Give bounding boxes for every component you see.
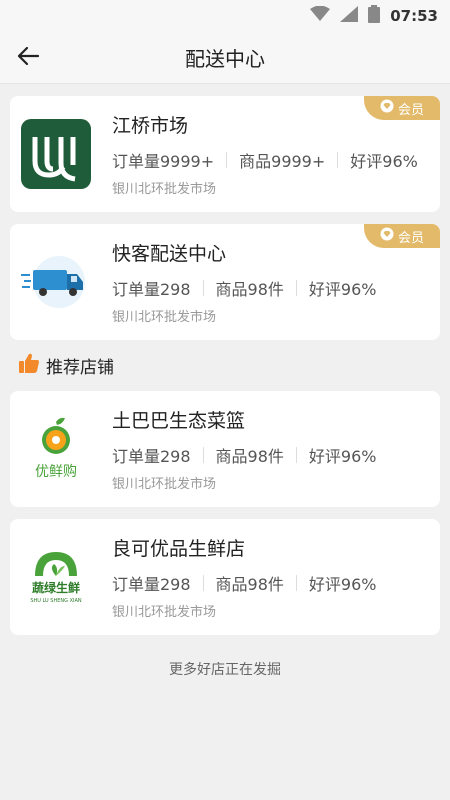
store-stats: 订单量9999+ 商品9999+ 好评96%: [112, 148, 418, 172]
store-address: 银川北环批发市场: [112, 182, 217, 197]
divider: [202, 575, 204, 591]
page-title: 配送中心: [185, 47, 265, 71]
svg-text:蔬绿生鲜: 蔬绿生鲜: [32, 580, 80, 595]
store-info: 良可优品生鲜店 订单量298 商品98件 好评96% 银川北环批发市场: [112, 534, 377, 620]
status-time: 07:53: [390, 7, 438, 25]
arrow-left-icon: [16, 44, 40, 72]
thumbs-up-icon: [18, 352, 40, 379]
nav-bar: 配送中心: [0, 32, 450, 84]
divider: [295, 280, 297, 296]
rating: 好评96%: [308, 280, 377, 299]
store-name: 良可优品生鲜店: [112, 538, 246, 560]
divider: [295, 447, 297, 463]
store-stats: 订单量298 商品98件 好评96%: [112, 276, 377, 300]
store-info: 土巴巴生态菜篮 订单量298 商品98件 好评96% 银川北环批发市场: [112, 406, 377, 492]
order-count: 订单量298: [112, 575, 191, 594]
rating: 好评96%: [350, 152, 418, 171]
vip-label: 会员: [397, 230, 424, 246]
shulvshengxian-logo: 蔬绿生鲜 SHU LU SHENG XIAN: [20, 541, 92, 613]
battery-icon: [368, 5, 381, 27]
store-card-kuaike[interactable]: 快客配送中心 订单量298 商品98件 好评96% 银川北环批发市场 会员: [10, 224, 440, 340]
store-card-tubaba[interactable]: 优鲜购 土巴巴生态菜篮 订单量298 商品98件 好评96% 银川北环批发市场: [10, 391, 440, 507]
youxiangou-logo: 优鲜购: [20, 413, 92, 485]
store-stats: 订单量298 商品98件 好评96%: [112, 443, 377, 467]
store-card-liangke[interactable]: 蔬绿生鲜 SHU LU SHENG XIAN 良可优品生鲜店 订单量298 商品…: [10, 519, 440, 635]
product-count: 商品9999+: [239, 152, 326, 171]
product-count: 商品98件: [215, 280, 284, 299]
divider: [337, 152, 339, 168]
vip-badge: 会员: [364, 224, 440, 248]
back-button[interactable]: [0, 32, 56, 84]
store-address: 银川北环批发市场: [112, 605, 217, 620]
rating: 好评96%: [308, 447, 377, 466]
svg-text:优鲜购: 优鲜购: [35, 464, 77, 480]
divider: [202, 280, 204, 296]
order-count: 订单量298: [112, 280, 191, 299]
store-name: 快客配送中心: [112, 243, 227, 265]
divider: [226, 152, 228, 168]
delivery-truck-logo: [20, 246, 92, 318]
store-card-jiangqiao[interactable]: 江桥市场 订单量9999+ 商品9999+ 好评96% 银川北环批发市场 会员: [10, 96, 440, 212]
vip-badge: 会员: [364, 96, 440, 120]
store-address: 银川北环批发市场: [112, 477, 217, 492]
svg-text:SHU LU SHENG XIAN: SHU LU SHENG XIAN: [30, 598, 82, 604]
status-bar: 07:53: [0, 0, 450, 32]
store-list: 江桥市场 订单量9999+ 商品9999+ 好评96% 银川北环批发市场 会员: [0, 84, 450, 679]
vip-label: 会员: [397, 102, 424, 118]
product-count: 商品98件: [215, 575, 284, 594]
more-stores-hint: 更多好店正在发掘: [169, 662, 281, 678]
store-stats: 订单量298 商品98件 好评96%: [112, 571, 377, 595]
store-info: 江桥市场 订单量9999+ 商品9999+ 好评96% 银川北环批发市场: [112, 111, 418, 197]
store-address: 银川北环批发市场: [112, 310, 217, 325]
rating: 好评96%: [308, 575, 377, 594]
recommended-section-title: 推荐店铺: [18, 352, 440, 379]
divider: [202, 447, 204, 463]
diamond-icon: [380, 227, 394, 245]
store-name: 土巴巴生态菜篮: [112, 410, 246, 432]
wifi-icon: [310, 5, 331, 26]
signal-icon: [340, 6, 359, 26]
jiangqiao-logo: [20, 118, 92, 190]
section-title-text: 推荐店铺: [46, 358, 114, 378]
product-count: 商品98件: [215, 447, 284, 466]
order-count: 订单量9999+: [112, 152, 215, 171]
divider: [295, 575, 297, 591]
store-info: 快客配送中心 订单量298 商品98件 好评96% 银川北环批发市场: [112, 239, 377, 325]
diamond-icon: [380, 99, 394, 117]
order-count: 订单量298: [112, 447, 191, 466]
